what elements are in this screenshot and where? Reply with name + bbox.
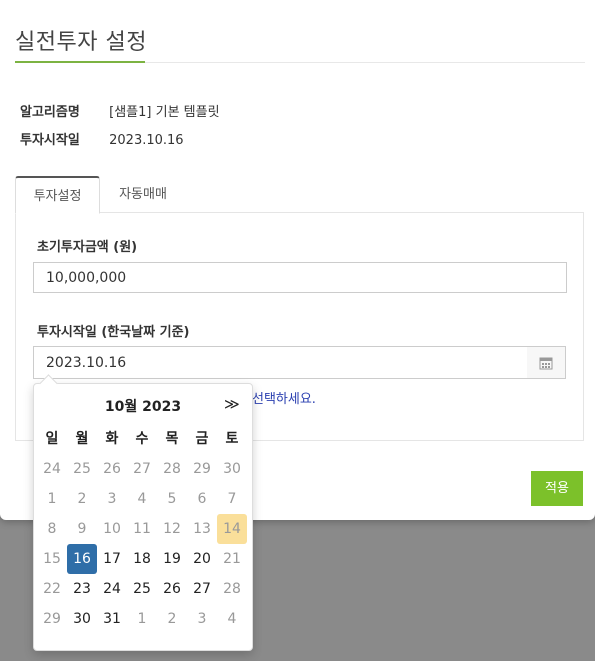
calendar-day[interactable]: 29 [187,454,217,484]
calendar-week-row: 15 16 17 18 19 20 21 [37,544,247,574]
info-value: [샘플1] 기본 템플릿 [109,105,220,120]
calendar-day[interactable]: 4 [127,484,157,514]
weekday-label: 월 [75,431,89,447]
calendar-day[interactable]: 21 [217,544,247,574]
calendar-week-row: 29 30 31 1 2 3 4 [37,604,247,634]
info-value: 2023.10.16 [109,133,184,148]
calendar-day[interactable]: 3 [97,484,127,514]
calendar-week-row: 1234567 [37,484,247,514]
apply-button[interactable]: 적용 [531,471,583,506]
start-date-label: 투자시작일 (한국날짜 기준) [37,325,190,340]
weekday-label: 화 [105,431,119,447]
calendar-day[interactable]: 29 [37,604,67,634]
calendar-day[interactable]: 28 [157,454,187,484]
calendar-day[interactable]: 2 [67,484,97,514]
calendar-icon [539,357,553,369]
calendar-day[interactable]: 24 [37,454,67,484]
calendar-day[interactable]: 8 [37,514,67,544]
datepicker-popup: 10월 2023 ≫ 일 월 화 수 목 금 토 24 25 26 27 28 29 30 1 2 3 4 5 6 7 8… [33,374,253,651]
calendar-day[interactable]: 7 [217,484,247,514]
info-row-start-date: 투자시작일 2023.10.16 [20,129,184,148]
initial-amount-input[interactable]: 10,000,000 [33,262,567,293]
calendar-day[interactable]: 27 [127,454,157,484]
amount-label: 초기투자금액 (원) [37,240,138,255]
calendar-day[interactable]: 2 [157,604,187,634]
calendar-day[interactable]: 22 [37,574,67,604]
calendar-day[interactable]: 27 [187,574,217,604]
calendar-button[interactable] [527,346,566,379]
modal-title: 실전투자 설정 [15,30,147,55]
weekday-label: 수 [135,431,149,447]
datepicker-month-title: 10월 2023 [104,399,182,415]
calendar-day[interactable]: 11 [127,514,157,544]
calendar-day-selected[interactable]: 16 [67,544,97,574]
start-date-input[interactable]: 2023.10.16 [33,346,528,379]
calendar-day[interactable]: 13 [187,514,217,544]
info-row-algorithm: 알고리즘명 [샘플1] 기본 템플릿 [20,101,220,120]
weekday-header-row: 일월화수목금토 [37,424,247,454]
calendar-day[interactable]: 24 [97,574,127,604]
tab-investment-settings[interactable]: 투자설정 [15,176,100,214]
calendar-day[interactable]: 23 [67,574,97,604]
calendar-day[interactable]: 9 [67,514,97,544]
calendar-week-row: 24 25 26 27 28 29 30 [37,454,247,484]
calendar-day-today[interactable]: 14 [217,514,247,544]
info-label: 알고리즘명 [20,105,80,120]
calendar-day[interactable]: 5 [157,484,187,514]
calendar-day[interactable]: 30 [217,454,247,484]
calendar-day[interactable]: 20 [187,544,217,574]
calendar-day[interactable]: 17 [97,544,127,574]
calendar-day[interactable]: 26 [97,454,127,484]
weekday-label: 금 [195,431,209,447]
calendar-day[interactable]: 4 [217,604,247,634]
date-hint-text: 선택하세요. [252,392,316,407]
weekday-label: 토 [225,431,239,447]
calendar-day[interactable]: 1 [127,604,157,634]
calendar-day[interactable]: 25 [67,454,97,484]
calendar-day[interactable]: 3 [187,604,217,634]
calendar-week-row: 8 9 10 11 12 13 14 [37,514,247,544]
calendar-day[interactable]: 12 [157,514,187,544]
weekday-label: 목 [165,431,179,447]
calendar-day[interactable]: 26 [157,574,187,604]
calendar-day[interactable]: 31 [97,604,127,634]
tab-auto-trading[interactable]: 자동매매 [103,176,183,213]
calendar-day[interactable]: 6 [187,484,217,514]
calendar-day[interactable]: 18 [127,544,157,574]
calendar-day[interactable]: 10 [97,514,127,544]
weekday-label: 일 [45,431,59,447]
calendar-day[interactable]: 1 [37,484,67,514]
calendar-day[interactable]: 15 [37,544,67,574]
title-accent-bar [15,61,145,63]
calendar-day[interactable]: 28 [217,574,247,604]
calendar-day[interactable]: 25 [127,574,157,604]
info-label: 투자시작일 [20,133,80,148]
calendar-week-row: 22 23 24 25 26 27 28 [37,574,247,604]
calendar-day[interactable]: 19 [157,544,187,574]
next-month-icon[interactable]: ≫ [224,395,240,413]
datepicker-grid: 일 월 화 수 목 금 토 24 25 26 27 28 29 30 1 2 3 4 5 6 7 8 9 10 11 12 13 14… [37,424,247,634]
calendar-day[interactable]: 30 [67,604,97,634]
